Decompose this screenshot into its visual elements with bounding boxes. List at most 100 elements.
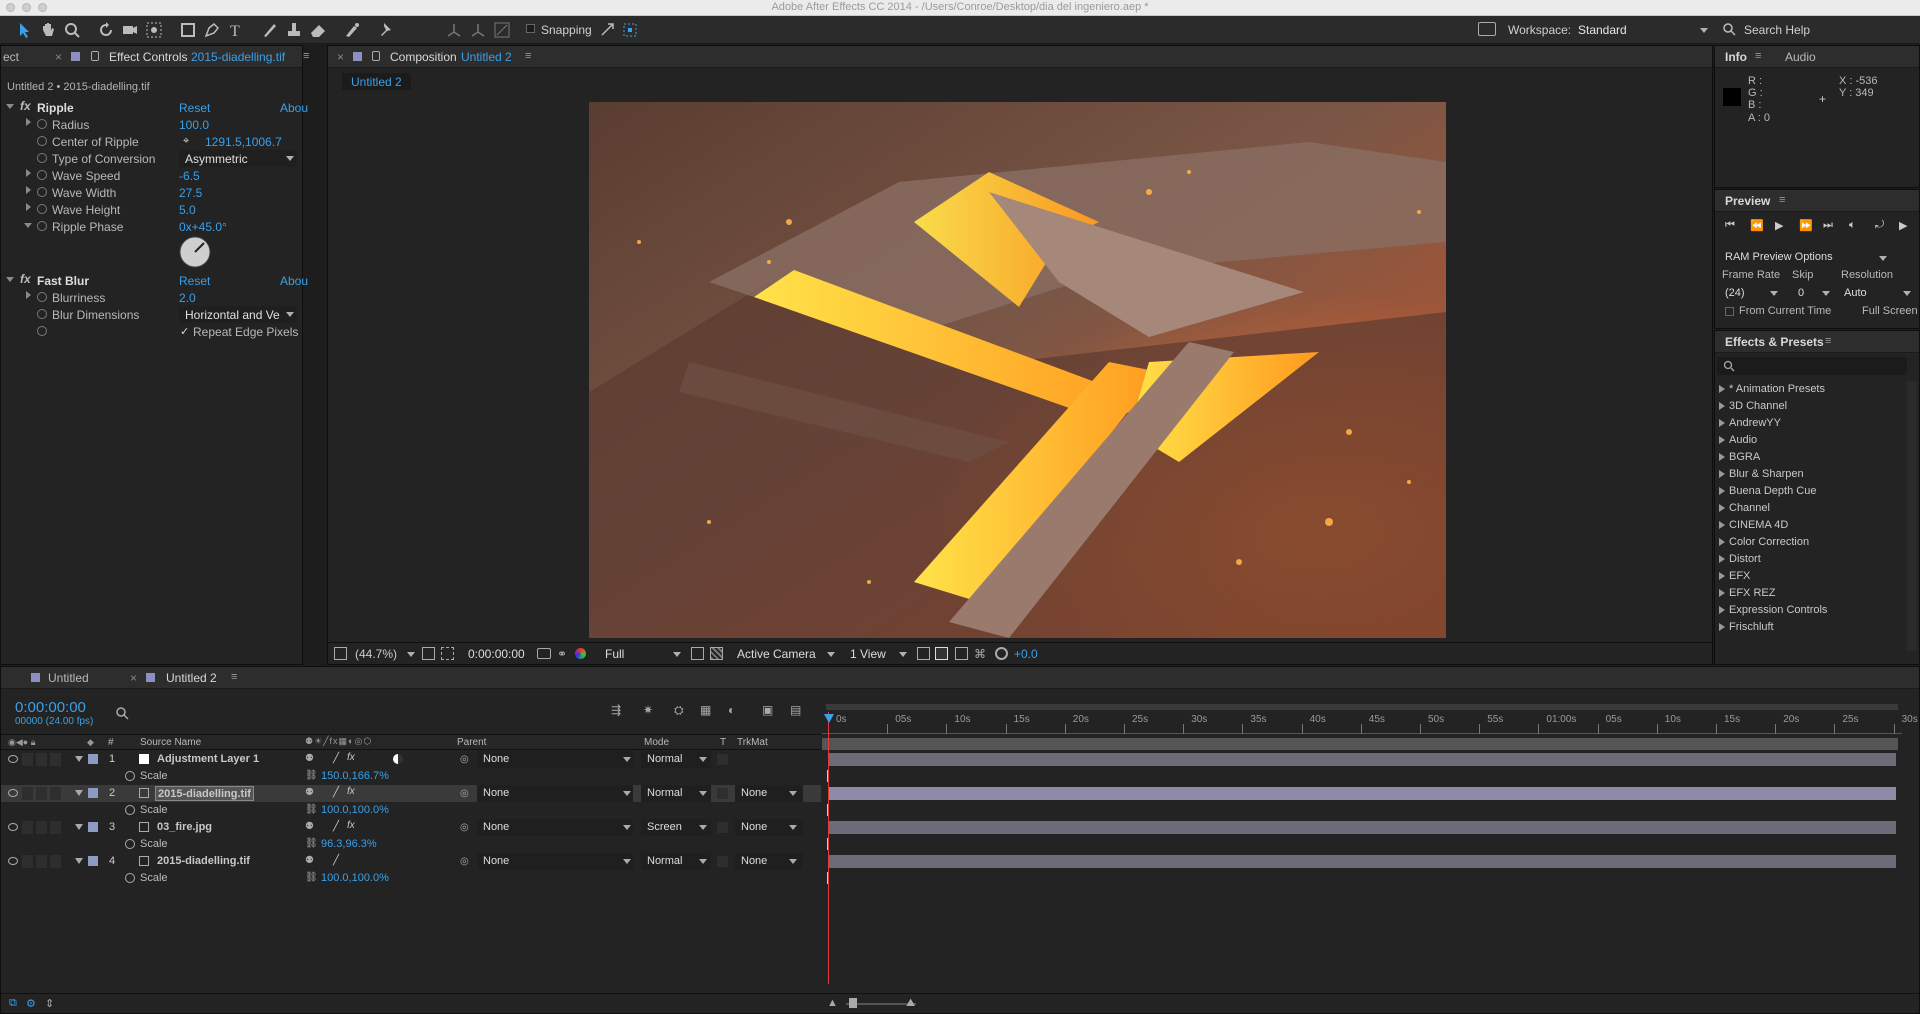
layer-label-color[interactable] bbox=[88, 822, 98, 832]
layer-name[interactable]: 2015-diadelling.tif bbox=[155, 786, 254, 801]
camera-tool-icon[interactable] bbox=[120, 20, 140, 40]
mode-dropdown-icon[interactable] bbox=[699, 757, 707, 762]
conversion-select[interactable]: Asymmetric bbox=[179, 150, 297, 167]
pick-whip-icon[interactable]: ◎ bbox=[460, 754, 469, 765]
stopwatch-icon[interactable] bbox=[125, 873, 135, 883]
shy-switch-icon[interactable]: ⚉ bbox=[305, 855, 314, 866]
snap-edges-icon[interactable] bbox=[598, 20, 618, 40]
effects-search-input[interactable] bbox=[1717, 357, 1907, 375]
expand-triangle-icon[interactable] bbox=[1719, 623, 1725, 631]
ripple-reset-link[interactable]: Reset bbox=[179, 101, 210, 115]
fast-blur-reset-link[interactable]: Reset bbox=[179, 274, 210, 288]
effect-controls-file[interactable]: 2015-diadelling.tif bbox=[191, 50, 285, 64]
panel-menu-icon[interactable]: ≡ bbox=[1755, 50, 1761, 62]
effect-category-item[interactable]: BGRA bbox=[1719, 449, 1905, 466]
visibility-eye-icon[interactable] bbox=[8, 823, 18, 831]
last-frame-icon[interactable]: ⏭ bbox=[1823, 219, 1833, 232]
dropdown-arrow-icon[interactable] bbox=[286, 156, 294, 161]
motion-blur-icon[interactable]: ◐ bbox=[728, 703, 735, 717]
layer-label-color[interactable] bbox=[88, 754, 98, 764]
layer-label-color[interactable] bbox=[88, 788, 98, 798]
preserve-transparency-toggle[interactable] bbox=[717, 754, 728, 765]
zoom-dropdown-icon[interactable] bbox=[407, 652, 415, 657]
close-tab-icon[interactable]: × bbox=[55, 50, 62, 64]
collapse-triangle-icon[interactable] bbox=[24, 223, 32, 228]
collapse-triangle-icon[interactable] bbox=[75, 790, 83, 796]
audio-icon[interactable]: 🔈︎ bbox=[1849, 219, 1856, 232]
exposure-reset-icon[interactable] bbox=[995, 647, 1008, 660]
stopwatch-icon[interactable] bbox=[37, 221, 47, 231]
mode-dropdown-icon[interactable] bbox=[699, 791, 707, 796]
width-value[interactable]: 27.5 bbox=[179, 186, 202, 200]
panel-menu-icon[interactable]: ≡ bbox=[231, 671, 237, 683]
adjustment-switch-icon[interactable] bbox=[393, 754, 403, 764]
effect-switch-icon[interactable]: fx bbox=[347, 786, 355, 797]
visibility-eye-icon[interactable] bbox=[8, 789, 18, 797]
mode-dropdown-icon[interactable] bbox=[699, 825, 707, 830]
pick-whip-icon[interactable]: ◎ bbox=[460, 822, 469, 833]
pick-whip-icon[interactable]: ◎ bbox=[460, 788, 469, 799]
expand-triangle-icon[interactable] bbox=[1719, 572, 1725, 580]
property-value[interactable]: 100.0,100.0% bbox=[321, 804, 389, 816]
play-icon[interactable]: ▶ bbox=[1775, 219, 1783, 232]
pen-tool-icon[interactable] bbox=[202, 20, 222, 40]
constrain-proportions-icon[interactable]: ⛓ bbox=[305, 804, 318, 815]
expand-triangle-icon[interactable] bbox=[1719, 555, 1725, 563]
zoom-level-select[interactable]: (44.7%) bbox=[355, 647, 397, 661]
parent-dropdown-icon[interactable] bbox=[623, 825, 631, 830]
roto-brush-tool-icon[interactable] bbox=[342, 20, 362, 40]
trkmat-dropdown-icon[interactable] bbox=[789, 859, 797, 864]
effect-category-item[interactable]: Frischluft bbox=[1719, 619, 1905, 636]
layer-label-color[interactable] bbox=[88, 856, 98, 866]
hand-tool-icon[interactable] bbox=[38, 20, 58, 40]
layer-duration-bar[interactable] bbox=[828, 821, 1896, 834]
project-tab[interactable]: ect bbox=[3, 50, 19, 64]
work-area-bar[interactable] bbox=[826, 704, 1898, 710]
blurriness-value[interactable]: 2.0 bbox=[179, 291, 196, 305]
eraser-tool-icon[interactable] bbox=[308, 20, 328, 40]
view-layout-select[interactable]: 1 View bbox=[850, 647, 886, 661]
full-screen-label[interactable]: Full Screen bbox=[1862, 305, 1918, 317]
always-preview-icon[interactable] bbox=[334, 647, 347, 660]
effect-category-item[interactable]: EFX bbox=[1719, 568, 1905, 585]
property-value[interactable]: 100.0,100.0% bbox=[321, 872, 389, 884]
layer-switches-toggle-icon[interactable]: ⧉ bbox=[9, 997, 17, 1010]
transparency-grid-icon[interactable] bbox=[710, 647, 723, 660]
timeline-tab-untitled-2[interactable]: Untitled 2 bbox=[166, 671, 217, 685]
effect-category-item[interactable]: Blur & Sharpen bbox=[1719, 466, 1905, 483]
fast-blur-effect-row[interactable]: fx Fast Blur Reset Abou bbox=[1, 272, 308, 289]
constrain-proportions-icon[interactable]: ⛓ bbox=[305, 838, 318, 849]
view-axis-mode-icon[interactable] bbox=[492, 20, 512, 40]
ram-preview-options-select[interactable]: RAM Preview Options bbox=[1725, 251, 1833, 263]
layer-row[interactable]: 4 2015-diadelling.tif ⚉ ╱ ◎ None Normal None bbox=[1, 853, 821, 870]
effect-controls-tab[interactable]: Effect Controls bbox=[109, 50, 187, 64]
next-frame-icon[interactable]: ⏩ bbox=[1799, 219, 1813, 232]
crosshair-point-icon[interactable]: ⌖ bbox=[183, 135, 189, 148]
skip-select[interactable]: 0 bbox=[1798, 287, 1804, 299]
search-help-field[interactable]: Search Help bbox=[1744, 23, 1810, 37]
stopwatch-icon[interactable] bbox=[37, 170, 47, 180]
layer-name[interactable]: Adjustment Layer 1 bbox=[155, 752, 261, 767]
property-value[interactable]: 96.3,96.3% bbox=[321, 838, 377, 850]
resolution-dropdown-icon[interactable] bbox=[1903, 291, 1911, 296]
color-channels-icon[interactable] bbox=[575, 648, 586, 659]
target-region-icon[interactable] bbox=[691, 647, 704, 660]
collapse-triangle-icon[interactable] bbox=[75, 756, 83, 762]
lock-toggle[interactable] bbox=[50, 855, 61, 868]
preview-tab[interactable]: Preview bbox=[1725, 194, 1770, 208]
constrain-proportions-icon[interactable]: ⛓ bbox=[305, 770, 318, 781]
pan-behind-tool-icon[interactable] bbox=[144, 20, 164, 40]
stopwatch-icon[interactable] bbox=[37, 204, 47, 214]
toggle-pixel-aspect-icon[interactable] bbox=[917, 647, 930, 660]
center-value[interactable]: 1291.5,1006.7 bbox=[205, 135, 282, 149]
effect-category-item[interactable]: Audio bbox=[1719, 432, 1905, 449]
preserve-transparency-toggle[interactable] bbox=[717, 822, 728, 833]
expand-triangle-icon[interactable] bbox=[1719, 504, 1725, 512]
trkmat-dropdown-icon[interactable] bbox=[789, 791, 797, 796]
speed-value[interactable]: -6.5 bbox=[179, 169, 200, 183]
expand-triangle-icon[interactable] bbox=[26, 118, 31, 126]
parent-dropdown-icon[interactable] bbox=[623, 791, 631, 796]
stopwatch-icon[interactable] bbox=[37, 119, 47, 129]
effect-category-item[interactable]: EFX REZ bbox=[1719, 585, 1905, 602]
resolution-select[interactable]: Full bbox=[605, 647, 624, 661]
